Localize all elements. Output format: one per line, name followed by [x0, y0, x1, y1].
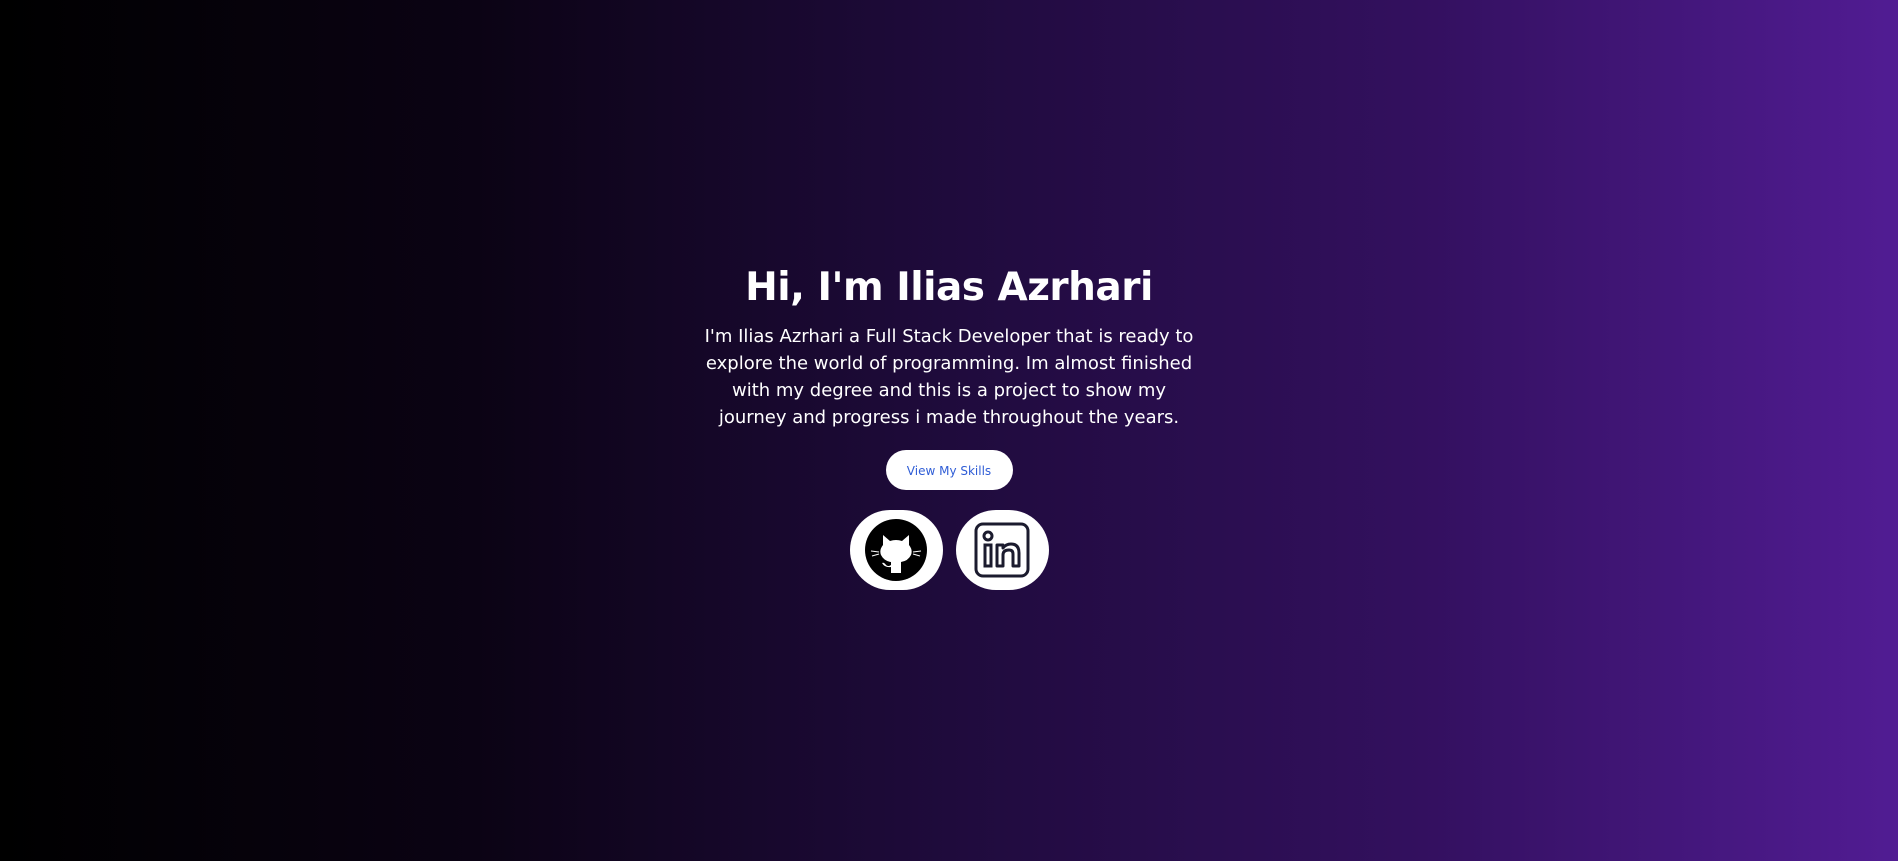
- linkedin-icon: [973, 521, 1031, 579]
- github-link[interactable]: [849, 510, 943, 590]
- linkedin-link[interactable]: [955, 510, 1049, 590]
- github-icon: [863, 517, 929, 583]
- hero-section: Hi, I'm Ilias Azrhari I'm Ilias Azrhari …: [0, 0, 1898, 861]
- view-skills-button[interactable]: View My Skills: [885, 450, 1013, 490]
- hero-description: I'm Ilias Azrhari a Full Stack Developer…: [704, 326, 1194, 428]
- hero-title: Hi, I'm Ilias Azrhari: [745, 265, 1153, 310]
- social-links: [699, 510, 1199, 590]
- hero-content: Hi, I'm Ilias Azrhari I'm Ilias Azrhari …: [699, 258, 1199, 590]
